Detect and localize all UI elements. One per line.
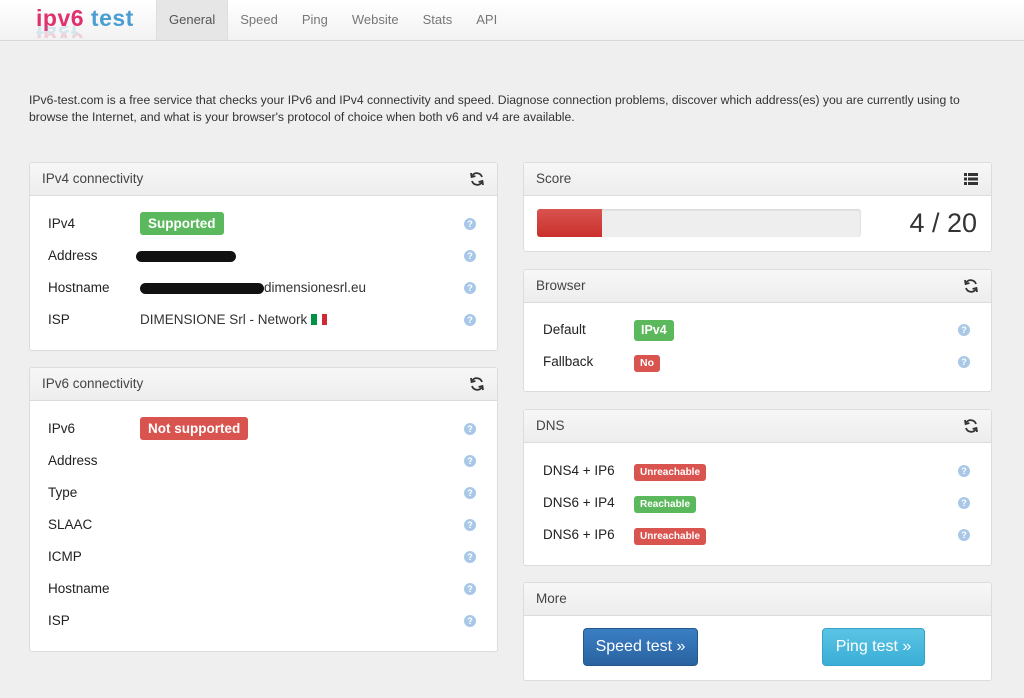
ipv4-isp-label: ISP: [48, 312, 70, 327]
ipv6-type-label: Type: [48, 485, 78, 500]
italy-flag-icon: [311, 309, 328, 325]
score-panel-title: Score: [536, 171, 572, 186]
ipv4-label: IPv4: [48, 216, 76, 231]
dns6-ip6-row: DNS6 + IP6 Unreachable ?: [524, 523, 991, 547]
dns6-ip4-row: DNS6 + IP4 Reachable ?: [524, 491, 991, 515]
ipv6-hostname-row: Hostname ?: [30, 577, 497, 601]
ipv6-address-label: Address: [48, 453, 98, 468]
ping-test-button[interactable]: Ping test »: [822, 628, 925, 666]
ipv6-isp-label: ISP: [48, 613, 70, 628]
help-icon[interactable]: ?: [464, 218, 476, 230]
score-value: 4 / 20: [909, 208, 977, 238]
ipv6-panel-header: IPv6 connectivity: [30, 368, 497, 401]
logo-reflection: ipv6 test: [36, 26, 84, 38]
score-panel: Score 4 / 20: [523, 162, 992, 252]
ipv4-panel-header: IPv4 connectivity: [30, 163, 497, 196]
help-icon[interactable]: ?: [464, 583, 476, 595]
navbar: ipv6 test ipv6 test General Speed Ping W…: [0, 0, 1024, 41]
ipv6-type-row: Type ?: [30, 481, 497, 505]
ipv4-address-label: Address: [48, 248, 98, 263]
refresh-icon[interactable]: [469, 171, 485, 187]
ipv6-row: IPv6 Not supported ?: [30, 417, 497, 441]
ipv4-hostname-value: dimensionesrl.eu: [264, 280, 367, 295]
browser-fallback-label: Fallback: [543, 354, 594, 369]
more-panel-header: More: [524, 583, 991, 616]
browser-fallback-badge: No: [634, 355, 660, 372]
dns4-ip6-badge: Unreachable: [634, 464, 707, 481]
dns6-ip6-label: DNS6 + IP6: [543, 527, 615, 542]
help-icon[interactable]: ?: [958, 465, 970, 477]
help-icon[interactable]: ?: [958, 529, 970, 541]
intro-text: IPv6-test.com is a free service that che…: [29, 93, 960, 124]
help-icon[interactable]: ?: [464, 615, 476, 627]
browser-fallback-row: Fallback No ?: [524, 350, 991, 374]
score-panel-header: Score: [524, 163, 991, 196]
help-icon[interactable]: ?: [464, 423, 476, 435]
nav-tab-general[interactable]: General: [156, 0, 229, 40]
more-panel: More Speed test » Ping test »: [523, 582, 992, 681]
help-icon[interactable]: ?: [958, 356, 970, 368]
ipv4-isp-row: ISP DIMENSIONE Srl - Network ?: [30, 308, 497, 332]
ipv6-not-supported-badge: Not supported: [140, 417, 249, 440]
speed-test-button[interactable]: Speed test »: [583, 628, 698, 666]
ipv4-row: IPv4 Supported ?: [30, 212, 497, 236]
browser-default-label: Default: [543, 322, 586, 337]
dns-panel: DNS DNS4 + IP6 Unreachable ? DNS6 + IP4 …: [523, 409, 992, 566]
browser-panel: Browser Default IPv4 ? Fallback No ?: [523, 269, 992, 392]
help-icon[interactable]: ?: [464, 250, 476, 262]
refresh-icon[interactable]: [963, 418, 979, 434]
nav-tab-ping[interactable]: Ping: [290, 0, 340, 40]
help-icon[interactable]: ?: [464, 455, 476, 467]
ipv6-icmp-label: ICMP: [48, 549, 82, 564]
ipv6-slaac-label: SLAAC: [48, 517, 93, 532]
help-icon[interactable]: ?: [464, 551, 476, 563]
list-icon[interactable]: [963, 171, 979, 187]
browser-default-row: Default IPv4 ?: [524, 318, 991, 342]
dns4-ip6-row: DNS4 + IP6 Unreachable ?: [524, 459, 991, 483]
ipv4-panel: IPv4 connectivity IPv4 Supported ? Addre…: [29, 162, 498, 351]
ipv4-panel-title: IPv4 connectivity: [42, 171, 144, 186]
dns-panel-title: DNS: [536, 418, 565, 433]
help-icon[interactable]: ?: [464, 314, 476, 326]
browser-default-badge: IPv4: [634, 320, 674, 341]
ipv4-address-row: Address ?: [30, 244, 497, 268]
ipv6-isp-row: ISP ?: [30, 609, 497, 633]
more-panel-title: More: [536, 591, 567, 606]
ipv6-slaac-row: SLAAC ?: [30, 513, 497, 537]
logo-part-test: test: [90, 5, 134, 31]
nav-tab-website[interactable]: Website: [340, 0, 411, 40]
redacted-hostname: [140, 283, 264, 294]
help-icon[interactable]: ?: [464, 487, 476, 499]
dns4-ip6-label: DNS4 + IP6: [543, 463, 615, 478]
help-icon[interactable]: ?: [464, 282, 476, 294]
ipv6-address-row: Address ?: [30, 449, 497, 473]
ipv6-hostname-label: Hostname: [48, 581, 110, 596]
ipv6-label: IPv6: [48, 421, 76, 436]
nav-tab-stats[interactable]: Stats: [411, 0, 465, 40]
ipv4-isp-value: DIMENSIONE Srl - Network: [140, 312, 308, 327]
ipv6-panel: IPv6 connectivity IPv6 Not supported ? A…: [29, 367, 498, 652]
redacted-address: [136, 251, 236, 262]
dns6-ip4-badge: Reachable: [634, 496, 697, 513]
nav-tab-speed[interactable]: Speed: [228, 0, 290, 40]
refresh-icon[interactable]: [469, 376, 485, 392]
help-icon[interactable]: ?: [958, 497, 970, 509]
browser-panel-title: Browser: [536, 278, 586, 293]
refresh-icon[interactable]: [963, 278, 979, 294]
score-progress-bar: [537, 209, 861, 237]
dns-panel-header: DNS: [524, 410, 991, 443]
nav-tab-api[interactable]: API: [464, 0, 509, 40]
ipv4-hostname-label: Hostname: [48, 280, 110, 295]
dns6-ip6-badge: Unreachable: [634, 528, 707, 545]
ipv4-supported-badge: Supported: [140, 212, 224, 235]
help-icon[interactable]: ?: [958, 324, 970, 336]
dns6-ip4-label: DNS6 + IP4: [543, 495, 615, 510]
main-nav: General Speed Ping Website Stats API: [156, 0, 509, 40]
ipv4-hostname-row: Hostname dimensionesrl.eu ?: [30, 276, 497, 300]
ipv6-icmp-row: ICMP ?: [30, 545, 497, 569]
browser-panel-header: Browser: [524, 270, 991, 303]
ipv6-panel-title: IPv6 connectivity: [42, 376, 144, 391]
help-icon[interactable]: ?: [464, 519, 476, 531]
score-progress-fill: [537, 209, 602, 237]
